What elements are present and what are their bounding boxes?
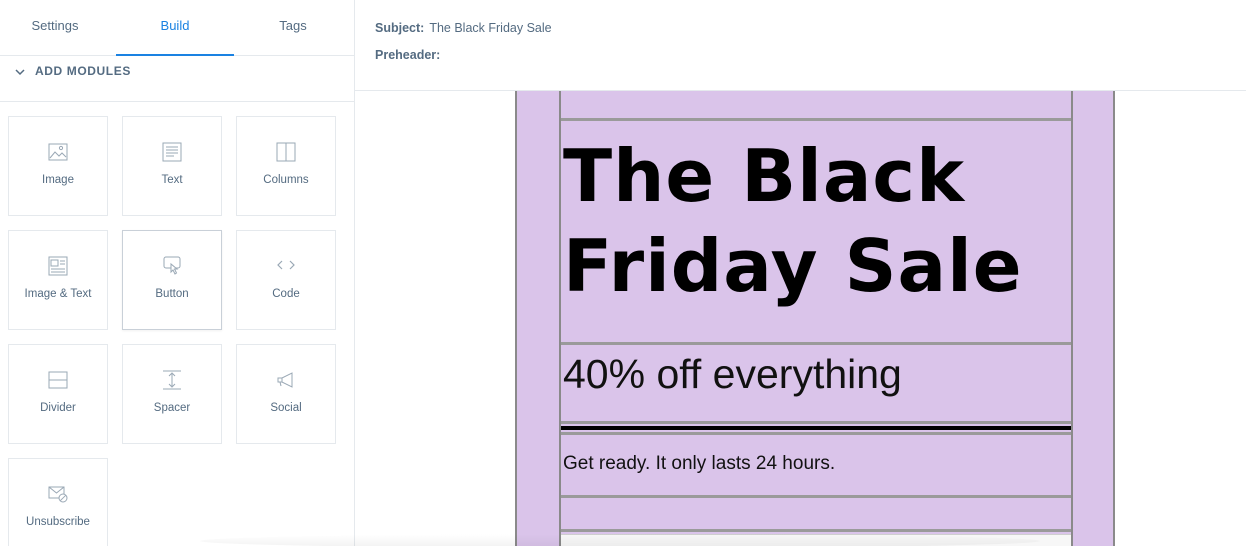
headline-line-2: Friday Sale: [563, 224, 1023, 308]
divider-icon: [48, 371, 68, 389]
module-label: Image & Text: [24, 288, 92, 300]
code-icon: [277, 260, 295, 270]
module-label: Social: [270, 402, 302, 414]
section-title: ADD MODULES: [35, 64, 131, 78]
image-text-icon: [48, 256, 68, 276]
module-border: [561, 342, 1071, 345]
module-image-text[interactable]: Image & Text: [8, 230, 108, 330]
text-icon: [162, 142, 182, 162]
left-panel: Settings Build Tags ADD MODULES Image Te…: [0, 0, 355, 546]
headline-text[interactable]: The Black Friday Sale: [563, 131, 1023, 311]
body-text[interactable]: Get ready. It only lasts 24 hours.: [563, 453, 835, 475]
module-border: [561, 432, 1071, 435]
module-label: Button: [155, 288, 189, 300]
module-columns[interactable]: Columns: [236, 116, 336, 216]
module-label: Divider: [40, 402, 76, 414]
module-image[interactable]: Image: [8, 116, 108, 216]
email-canvas: The Black Friday Sale 40% off everything…: [355, 91, 1246, 546]
module-code[interactable]: Code: [236, 230, 336, 330]
tab-settings[interactable]: Settings: [0, 0, 110, 56]
subject-row[interactable]: Subject: The Black Friday Sale: [375, 21, 552, 35]
module-border: [561, 421, 1071, 424]
module-label: Image: [42, 174, 74, 186]
chevron-down-icon: [15, 69, 25, 76]
image-icon: [48, 143, 68, 161]
tab-build[interactable]: Build: [116, 0, 234, 56]
preheader-label: Preheader:: [375, 48, 441, 62]
subject-value[interactable]: The Black Friday Sale: [429, 21, 551, 35]
module-button[interactable]: Button: [122, 230, 222, 330]
module-label: Columns: [263, 174, 309, 186]
tab-tags[interactable]: Tags: [234, 0, 352, 56]
email-body: The Black Friday Sale 40% off everything…: [515, 91, 1115, 546]
spacer-module[interactable]: [561, 498, 1071, 529]
module-label: Spacer: [153, 402, 191, 414]
module-spacer[interactable]: Spacer: [122, 344, 222, 444]
columns-icon: [276, 142, 296, 162]
bottom-shadow: [200, 534, 1040, 546]
email-content-column: The Black Friday Sale 40% off everything…: [559, 91, 1073, 546]
add-modules-header[interactable]: ADD MODULES: [0, 56, 354, 102]
divider-module[interactable]: [561, 426, 1071, 430]
module-text[interactable]: Text: [122, 116, 222, 216]
headline-line-1: The Black: [563, 134, 965, 218]
preheader-row[interactable]: Preheader:: [375, 48, 445, 62]
module-divider[interactable]: Divider: [8, 344, 108, 444]
email-header-meta: Subject: The Black Friday Sale Preheader:: [355, 0, 1246, 91]
unsubscribe-icon: [48, 486, 68, 503]
button-icon: [163, 256, 181, 275]
editor-tabs: Settings Build Tags: [0, 0, 354, 56]
social-icon: [277, 372, 293, 388]
module-unsubscribe[interactable]: Unsubscribe: [8, 458, 108, 546]
subject-label: Subject:: [375, 21, 425, 35]
spacer-icon: [163, 370, 181, 390]
module-border: [561, 529, 1071, 532]
module-label: Unsubscribe: [26, 516, 90, 528]
subheadline-text[interactable]: 40% off everything: [563, 351, 902, 398]
module-label: Code: [272, 288, 300, 300]
module-label: Text: [161, 174, 183, 186]
module-social[interactable]: Social: [236, 344, 336, 444]
